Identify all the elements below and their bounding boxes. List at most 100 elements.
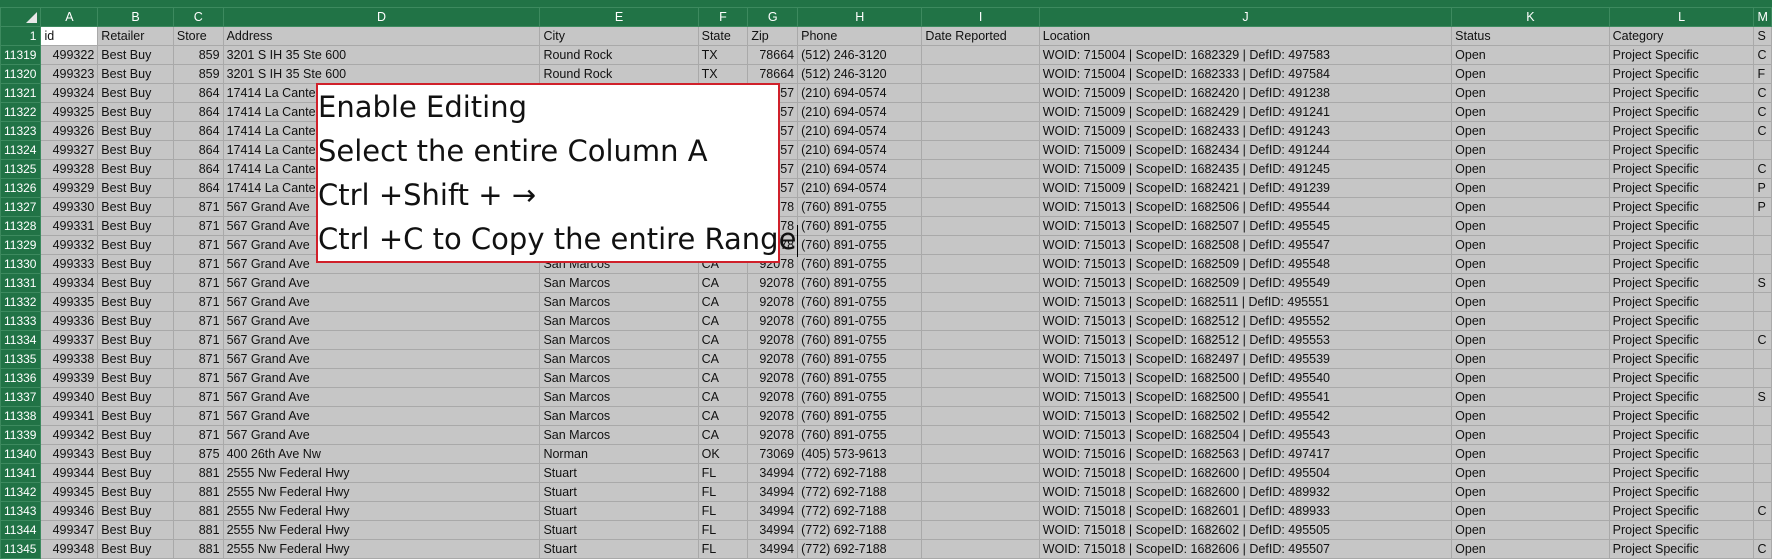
cell-d[interactable]: 567 Grand Ave [222, 273, 541, 293]
row-number[interactable]: 11343 [0, 501, 42, 521]
cell-d[interactable]: 567 Grand Ave [222, 368, 541, 388]
cell-l[interactable]: Project Specific [1608, 330, 1755, 350]
cell-g[interactable]: 92078 [747, 292, 799, 312]
cell-l[interactable]: Project Specific [1608, 311, 1755, 331]
cell-g[interactable]: 92078 [747, 330, 799, 350]
cell-k[interactable]: Open [1451, 121, 1610, 141]
cell-f[interactable]: FL [697, 482, 749, 502]
cell-d[interactable]: 2555 Nw Federal Hwy [222, 539, 541, 559]
cell-e[interactable]: San Marcos [539, 368, 699, 388]
cell-c[interactable]: 871 [172, 235, 224, 255]
cell-h[interactable]: (760) 891-0755 [797, 368, 923, 388]
cell-c[interactable]: 875 [172, 444, 224, 464]
cell-h[interactable]: (760) 891-0755 [797, 311, 923, 331]
cell-k[interactable]: Open [1451, 216, 1610, 236]
cell-b[interactable]: Best Buy [97, 406, 174, 426]
cell-c[interactable]: 871 [172, 254, 224, 274]
cell-k[interactable]: Open [1451, 159, 1610, 179]
cell-a[interactable]: 499333 [40, 254, 99, 274]
cell-i[interactable] [921, 292, 1040, 312]
row-number[interactable]: 11334 [0, 330, 42, 350]
cell-k[interactable]: Status [1451, 26, 1610, 46]
cell-g[interactable]: 92078 [747, 425, 799, 445]
cell-a[interactable]: 499323 [40, 64, 99, 84]
cell-i[interactable] [921, 178, 1040, 198]
cell-a[interactable]: 499327 [40, 140, 99, 160]
cell-h[interactable]: (760) 891-0755 [797, 273, 923, 293]
cell-h[interactable]: (760) 891-0755 [797, 406, 923, 426]
column-header-d[interactable]: D [222, 7, 541, 27]
row-number[interactable]: 11325 [0, 159, 42, 179]
cell-a[interactable]: 499342 [40, 425, 99, 445]
cell-k[interactable]: Open [1451, 539, 1610, 559]
cell-b[interactable]: Best Buy [97, 387, 174, 407]
cell-j[interactable]: WOID: 715013 | ScopeID: 1682511 | DefID:… [1038, 292, 1453, 312]
cell-l[interactable]: Category [1608, 26, 1755, 46]
cell-d[interactable]: 2555 Nw Federal Hwy [222, 501, 541, 521]
cell-i[interactable] [921, 520, 1040, 540]
cell-e[interactable]: City [539, 26, 699, 46]
cell-j[interactable]: WOID: 715004 | ScopeID: 1682333 | DefID:… [1038, 64, 1453, 84]
cell-l[interactable]: Project Specific [1608, 444, 1755, 464]
cell-m[interactable] [1753, 216, 1772, 236]
column-header-m[interactable]: M [1753, 7, 1772, 27]
cell-i[interactable] [921, 102, 1040, 122]
cell-k[interactable]: Open [1451, 254, 1610, 274]
cell-a[interactable]: 499339 [40, 368, 99, 388]
cell-k[interactable]: Open [1451, 501, 1610, 521]
row-number[interactable]: 11331 [0, 273, 42, 293]
cell-c[interactable]: 871 [172, 292, 224, 312]
cell-k[interactable]: Open [1451, 482, 1610, 502]
cell-l[interactable]: Project Specific [1608, 292, 1755, 312]
cell-j[interactable]: WOID: 715009 | ScopeID: 1682434 | DefID:… [1038, 140, 1453, 160]
cell-e[interactable]: Norman [539, 444, 699, 464]
cell-m[interactable] [1753, 406, 1772, 426]
cell-h[interactable]: (512) 246-3120 [797, 45, 923, 65]
cell-f[interactable]: FL [697, 539, 749, 559]
cell-b[interactable]: Best Buy [97, 349, 174, 369]
cell-a[interactable]: 499336 [40, 311, 99, 331]
cell-j[interactable]: WOID: 715016 | ScopeID: 1682563 | DefID:… [1038, 444, 1453, 464]
row-number[interactable]: 11336 [0, 368, 42, 388]
cell-j[interactable]: WOID: 715018 | ScopeID: 1682602 | DefID:… [1038, 520, 1453, 540]
row-number[interactable]: 11340 [0, 444, 42, 464]
cell-d[interactable]: 567 Grand Ave [222, 425, 541, 445]
cell-a[interactable]: 499340 [40, 387, 99, 407]
cell-h[interactable]: (210) 694-0574 [797, 178, 923, 198]
cell-h[interactable]: (210) 694-0574 [797, 159, 923, 179]
cell-c[interactable]: 871 [172, 197, 224, 217]
cell-a[interactable]: 499334 [40, 273, 99, 293]
column-header-i[interactable]: I [921, 7, 1040, 27]
cell-j[interactable]: WOID: 715009 | ScopeID: 1682420 | DefID:… [1038, 83, 1453, 103]
cell-j[interactable]: WOID: 715013 | ScopeID: 1682502 | DefID:… [1038, 406, 1453, 426]
row-number[interactable]: 11319 [0, 45, 42, 65]
cell-g[interactable]: 92078 [747, 273, 799, 293]
cell-a[interactable]: 499325 [40, 102, 99, 122]
cell-b[interactable]: Best Buy [97, 178, 174, 198]
cell-b[interactable]: Best Buy [97, 121, 174, 141]
cell-b[interactable]: Best Buy [97, 501, 174, 521]
cell-i[interactable] [921, 121, 1040, 141]
cell-l[interactable]: Project Specific [1608, 178, 1755, 198]
select-all-corner[interactable] [0, 7, 42, 27]
cell-l[interactable]: Project Specific [1608, 368, 1755, 388]
cell-b[interactable]: Best Buy [97, 292, 174, 312]
cell-d[interactable]: Address [222, 26, 541, 46]
cell-d[interactable]: 400 26th Ave Nw [222, 444, 541, 464]
cell-j[interactable]: WOID: 715009 | ScopeID: 1682433 | DefID:… [1038, 121, 1453, 141]
cell-e[interactable]: San Marcos [539, 349, 699, 369]
cell-l[interactable]: Project Specific [1608, 216, 1755, 236]
cell-k[interactable]: Open [1451, 102, 1610, 122]
cell-g[interactable]: 92078 [747, 406, 799, 426]
cell-m[interactable]: S [1753, 273, 1772, 293]
cell-h[interactable]: (512) 246-3120 [797, 64, 923, 84]
cell-e[interactable]: San Marcos [539, 311, 699, 331]
row-number[interactable]: 11335 [0, 349, 42, 369]
cell-e[interactable]: San Marcos [539, 425, 699, 445]
cell-b[interactable]: Best Buy [97, 216, 174, 236]
cell-e[interactable]: Stuart [539, 539, 699, 559]
cell-i[interactable] [921, 235, 1040, 255]
cell-l[interactable]: Project Specific [1608, 349, 1755, 369]
cell-l[interactable]: Project Specific [1608, 482, 1755, 502]
column-header-a[interactable]: A [40, 7, 99, 27]
